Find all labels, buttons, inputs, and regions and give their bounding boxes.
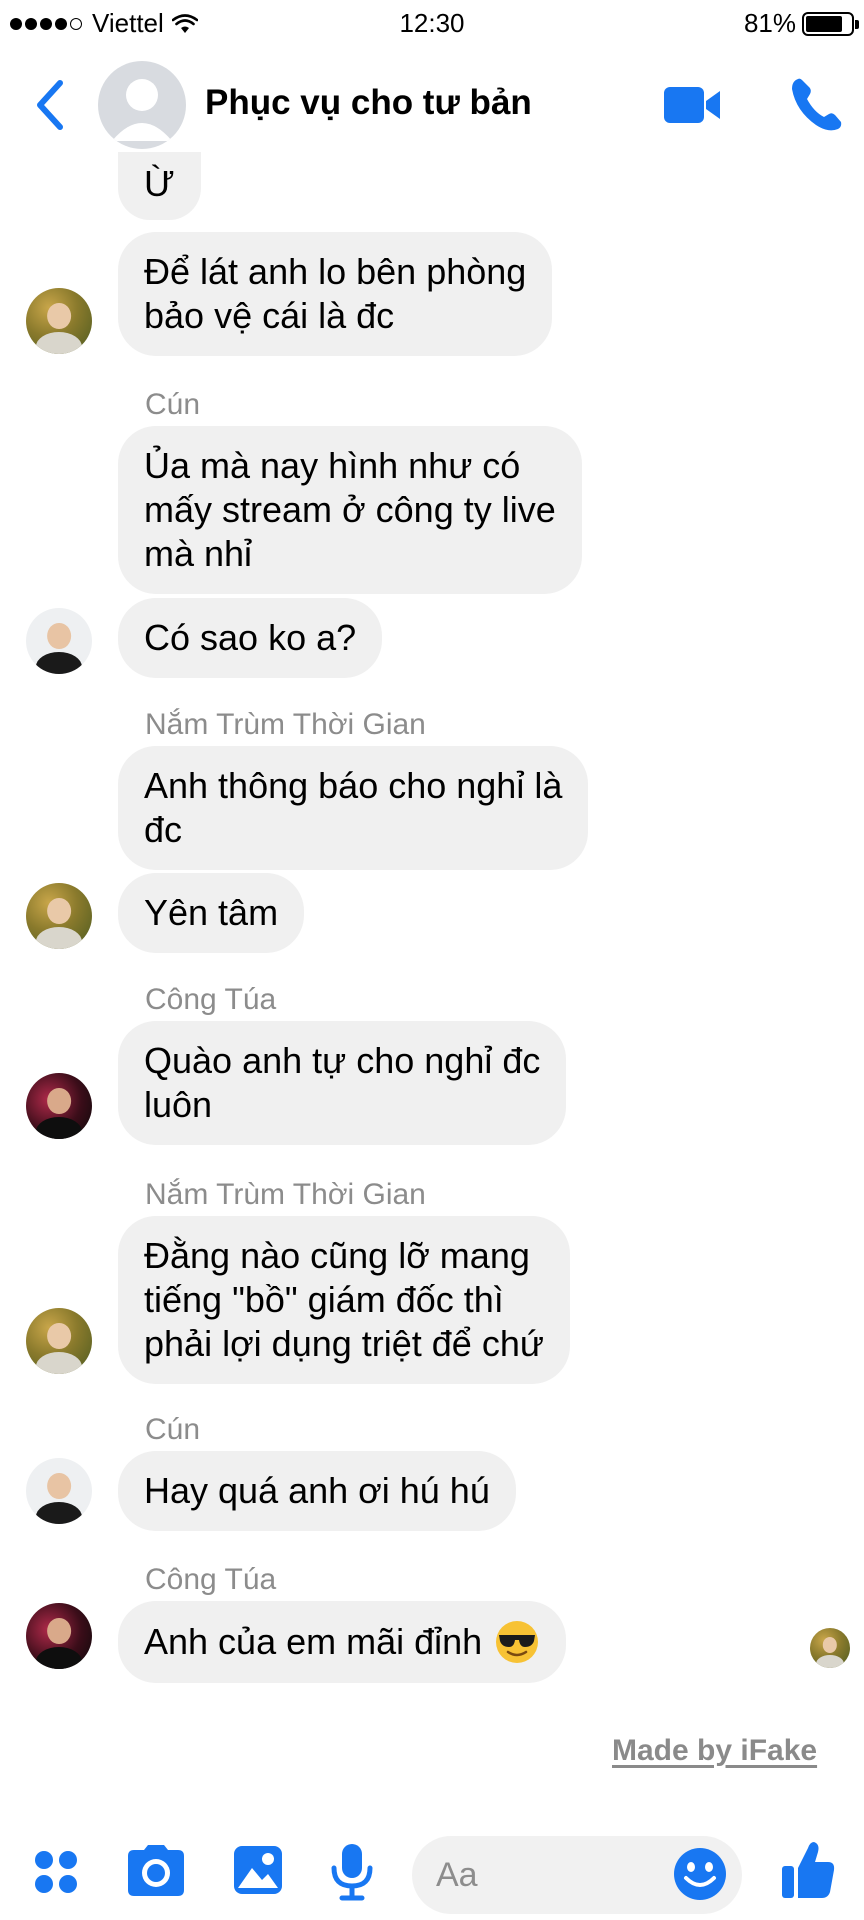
avatar[interactable] [26, 1073, 92, 1139]
message-composer[interactable] [412, 1836, 742, 1914]
battery-level [806, 15, 842, 32]
image-icon[interactable] [232, 1844, 284, 1896]
battery-percent: 81% [743, 8, 796, 38]
avatar[interactable] [26, 1603, 92, 1669]
message-bubble[interactable]: Quào anh tự cho nghỉ đc luôn [118, 1021, 567, 1145]
group-avatar[interactable] [98, 61, 186, 149]
sender-name: Nắm Trùm Thời Gian [145, 708, 426, 741]
message-bubble[interactable]: Yên tâm [118, 873, 305, 953]
message-bubble[interactable]: Ủa mà nay hình như có mấy stream ở công … [118, 426, 582, 594]
avatar[interactable] [26, 288, 92, 354]
sender-name: Cún [145, 388, 201, 421]
status-time: 12:30 [399, 8, 465, 38]
avatar[interactable] [26, 1308, 92, 1374]
message-bubble[interactable]: Có sao ko a? [118, 598, 383, 678]
sender-name: Công Túa [145, 983, 277, 1016]
chat-header: Phục vụ cho tư bản [0, 55, 864, 155]
read-receipt-avatar [810, 1628, 850, 1668]
emoji-smile-icon[interactable] [672, 1846, 728, 1902]
avatar[interactable] [26, 1458, 92, 1524]
avatar[interactable] [26, 883, 92, 949]
sender-name: Nắm Trùm Thời Gian [145, 1178, 426, 1211]
message-bubble[interactable]: Để lát anh lo bên phòng bảo vệ cái là đc [118, 232, 553, 356]
message-bubble[interactable]: Anh của em mãi đỉnh [118, 1601, 567, 1683]
four-dots-icon[interactable] [32, 1848, 80, 1896]
message-bubble[interactable]: Ừ [118, 152, 201, 220]
battery-icon [802, 11, 859, 36]
status-bar: Viettel 12:30 81% [0, 0, 864, 44]
sender-name: Công Túa [145, 1563, 277, 1596]
sender-name: Cún [145, 1413, 201, 1446]
sunglasses-emoji-icon [496, 1621, 539, 1663]
message-bubble[interactable]: Anh thông báo cho nghỉ là đc [118, 746, 589, 870]
chevron-left-icon[interactable] [30, 77, 70, 133]
microphone-icon[interactable] [330, 1842, 374, 1902]
watermark-link[interactable]: Made by iFake [612, 1734, 817, 1768]
phone-icon[interactable] [788, 75, 844, 133]
message-list[interactable]: Ừ Để lát anh lo bên phòng bảo vệ cái là … [0, 152, 864, 1720]
status-right: 81% [743, 8, 859, 39]
message-text: Anh của em mãi đỉnh [144, 1621, 483, 1662]
message-bubble[interactable]: Hay quá anh ơi hú hú [118, 1451, 516, 1531]
composer-bar [0, 1826, 864, 1920]
video-camera-icon[interactable] [662, 81, 722, 129]
conversation-title[interactable]: Phục vụ cho tư bản [205, 83, 532, 123]
default-user-icon [112, 79, 172, 141]
message-input[interactable] [436, 1854, 636, 1896]
message-bubble[interactable]: Đằng nào cũng lỡ mang tiếng "bồ" giám đố… [118, 1216, 570, 1384]
thumbs-up-icon[interactable] [780, 1838, 836, 1902]
avatar[interactable] [26, 608, 92, 674]
camera-icon[interactable] [126, 1844, 186, 1898]
